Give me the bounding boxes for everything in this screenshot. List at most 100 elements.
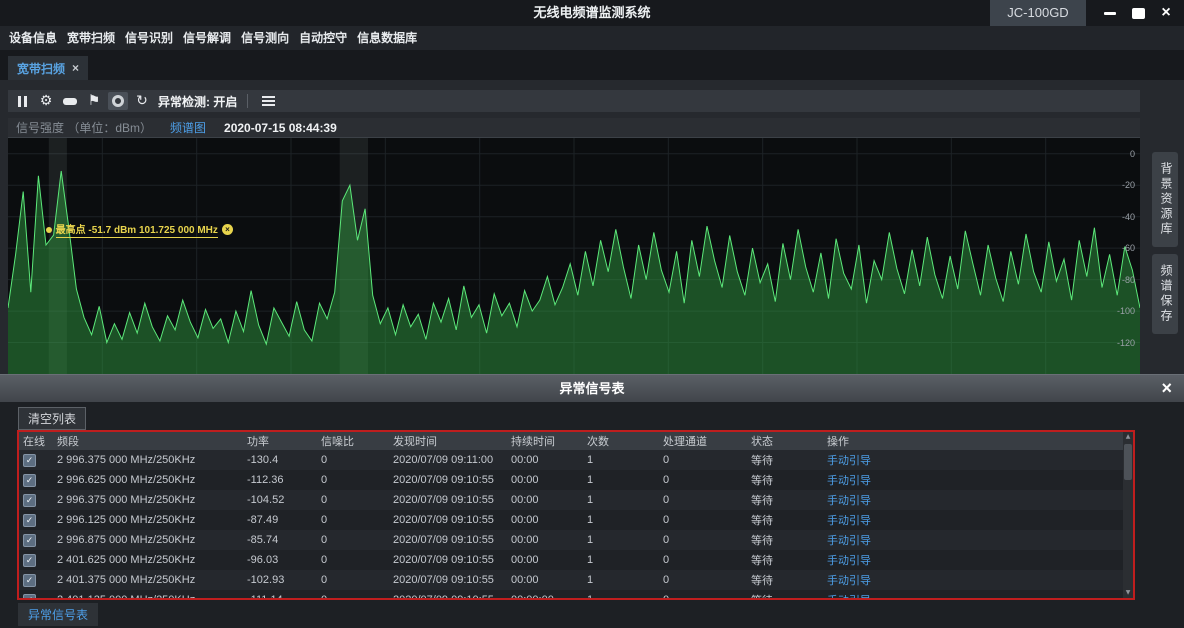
column-header: 信噪比 bbox=[317, 432, 389, 450]
column-header: 次数 bbox=[583, 432, 659, 450]
menu-item-auto-guard[interactable]: 自动控守 bbox=[294, 26, 352, 50]
menu-item-info-database[interactable]: 信息数据库 bbox=[352, 26, 422, 50]
hamburger-icon bbox=[262, 96, 275, 106]
column-header: 发现时间 bbox=[389, 432, 507, 450]
column-header: 持续时间 bbox=[507, 432, 583, 450]
side-button-spectrum-save[interactable]: 频谱保存 bbox=[1152, 254, 1178, 334]
anomaly-detection-toggle[interactable]: 异常检测: 开启 bbox=[158, 93, 237, 110]
close-button[interactable]: × bbox=[1152, 0, 1180, 26]
settings-button[interactable]: ⚙ bbox=[36, 92, 56, 110]
tab-label: 宽带扫频 bbox=[17, 60, 65, 77]
chart-header: 信号强度 （单位：dBm） 频谱图 2020-07-15 08:44:39 bbox=[8, 118, 1140, 138]
table-row[interactable]: ✓2 401.625 000 MHz/250KHz-96.0302020/07/… bbox=[19, 550, 1123, 570]
measure-button[interactable] bbox=[60, 92, 80, 110]
table-header-row: 在线频段功率信噪比发现时间持续时间次数处理通道状态操作 bbox=[19, 432, 1123, 450]
overlay-title: 异常信号表 bbox=[559, 381, 624, 396]
manual-guide-link[interactable]: 手动引导 bbox=[827, 455, 871, 467]
menubar: 设备信息 宽带扫频 信号识别 信号解调 信号测向 自动控守 信息数据库 bbox=[0, 26, 1184, 50]
chart-ylabel: 信号强度 （单位：dBm） bbox=[16, 119, 152, 136]
signal-table: 在线频段功率信噪比发现时间持续时间次数处理通道状态操作 ✓2 996.375 0… bbox=[19, 432, 1123, 600]
table-row[interactable]: ✓2 401.375 000 MHz/250KHz-102.9302020/07… bbox=[19, 570, 1123, 590]
online-checkbox[interactable]: ✓ bbox=[23, 574, 36, 587]
menu-item-device-info[interactable]: 设备信息 bbox=[4, 26, 62, 50]
manual-guide-link[interactable]: 手动引导 bbox=[827, 575, 871, 587]
record-icon bbox=[112, 95, 124, 107]
scrollbar-thumb[interactable] bbox=[1124, 444, 1132, 480]
table-row[interactable]: ✓2 401.125 000 MHz/250KHz-111.1402020/07… bbox=[19, 590, 1123, 600]
row-filler bbox=[903, 450, 1123, 470]
gear-icon: ⚙ bbox=[40, 94, 53, 108]
table-row[interactable]: ✓2 996.375 000 MHz/250KHz-104.5202020/07… bbox=[19, 490, 1123, 510]
online-checkbox[interactable]: ✓ bbox=[23, 494, 36, 507]
bottom-tab-abnormal-signal-table[interactable]: 异常信号表 bbox=[18, 603, 98, 626]
abnormal-signal-table: 在线频段功率信噪比发现时间持续时间次数处理通道状态操作 ✓2 996.375 0… bbox=[17, 430, 1135, 600]
spectrum-chart[interactable]: 最高点 -51.7 dBm 101.725 000 MHz × 0-20-40-… bbox=[8, 138, 1140, 375]
row-filler bbox=[903, 590, 1123, 600]
toolbar: ⚙ ⚑ ↻ 异常检测: 开启 bbox=[8, 90, 1140, 112]
row-filler bbox=[903, 470, 1123, 490]
annotation-close-icon[interactable]: × bbox=[222, 224, 233, 235]
column-header: 处理通道 bbox=[659, 432, 747, 450]
menu-item-signal-demodulation[interactable]: 信号解调 bbox=[178, 26, 236, 50]
spectrum-plot bbox=[8, 138, 1140, 374]
pause-icon bbox=[18, 96, 27, 107]
tab-close-icon[interactable]: × bbox=[72, 61, 79, 75]
refresh-button[interactable]: ↻ bbox=[132, 92, 152, 110]
row-filler bbox=[903, 570, 1123, 590]
peak-annotation: 最高点 -51.7 dBm 101.725 000 MHz × bbox=[46, 221, 233, 238]
menu-item-signal-recognition[interactable]: 信号识别 bbox=[120, 26, 178, 50]
column-header: 操作 bbox=[823, 432, 903, 450]
online-checkbox[interactable]: ✓ bbox=[23, 514, 36, 527]
record-button[interactable] bbox=[108, 92, 128, 110]
menu-item-broadband-scan[interactable]: 宽带扫频 bbox=[62, 26, 120, 50]
column-header-filler bbox=[903, 432, 1123, 450]
flag-button[interactable]: ⚑ bbox=[84, 92, 104, 110]
titlebar: 无线电频谱监测系统 JC-100GD × bbox=[0, 0, 1184, 26]
online-checkbox[interactable]: ✓ bbox=[23, 534, 36, 547]
column-header: 频段 bbox=[53, 432, 243, 450]
chart-type-label[interactable]: 频谱图 bbox=[170, 119, 206, 136]
menu-item-signal-direction[interactable]: 信号测向 bbox=[236, 26, 294, 50]
device-badge[interactable]: JC-100GD bbox=[990, 0, 1086, 26]
minimize-icon bbox=[1104, 12, 1116, 15]
manual-guide-link[interactable]: 手动引导 bbox=[827, 535, 871, 547]
side-button-background-library[interactable]: 背景资源库 bbox=[1152, 152, 1178, 247]
row-filler bbox=[903, 510, 1123, 530]
manual-guide-link[interactable]: 手动引导 bbox=[827, 555, 871, 567]
titlebar-controls: JC-100GD × bbox=[990, 0, 1180, 26]
manual-guide-link[interactable]: 手动引导 bbox=[827, 595, 871, 600]
maximize-button[interactable] bbox=[1124, 0, 1152, 26]
manual-guide-link[interactable]: 手动引导 bbox=[827, 495, 871, 507]
table-row[interactable]: ✓2 996.125 000 MHz/250KHz-87.4902020/07/… bbox=[19, 510, 1123, 530]
online-checkbox[interactable]: ✓ bbox=[23, 594, 36, 601]
tab-broadband-scan[interactable]: 宽带扫频 × bbox=[8, 56, 88, 80]
overlay-body: 清空列表 在线频段功率信噪比发现时间持续时间次数处理通道状态操作 ✓2 996.… bbox=[0, 402, 1184, 628]
online-checkbox[interactable]: ✓ bbox=[23, 554, 36, 567]
clear-list-button[interactable]: 清空列表 bbox=[18, 407, 86, 430]
manual-guide-link[interactable]: 手动引导 bbox=[827, 475, 871, 487]
chart-timestamp: 2020-07-15 08:44:39 bbox=[224, 121, 337, 135]
online-checkbox[interactable]: ✓ bbox=[23, 454, 36, 467]
measure-icon bbox=[63, 98, 77, 105]
peak-marker-icon bbox=[46, 227, 52, 233]
pause-button[interactable] bbox=[12, 92, 32, 110]
minimize-button[interactable] bbox=[1096, 0, 1124, 26]
toolbar-menu-button[interactable] bbox=[258, 92, 278, 110]
table-scrollbar[interactable]: ▲ ▼ bbox=[1123, 432, 1133, 598]
table-row[interactable]: ✓2 996.875 000 MHz/250KHz-85.7402020/07/… bbox=[19, 530, 1123, 550]
manual-guide-link[interactable]: 手动引导 bbox=[827, 515, 871, 527]
close-icon: × bbox=[1161, 5, 1170, 21]
overlay-titlebar: 异常信号表 × bbox=[0, 374, 1184, 402]
maximize-icon bbox=[1132, 8, 1145, 19]
column-header: 功率 bbox=[243, 432, 317, 450]
overlay-close-icon[interactable]: × bbox=[1161, 375, 1172, 403]
refresh-icon: ↻ bbox=[136, 94, 148, 108]
column-header: 状态 bbox=[747, 432, 823, 450]
scroll-up-icon[interactable]: ▲ bbox=[1123, 432, 1133, 442]
row-filler bbox=[903, 530, 1123, 550]
online-checkbox[interactable]: ✓ bbox=[23, 474, 36, 487]
table-row[interactable]: ✓2 996.375 000 MHz/250KHz-130.402020/07/… bbox=[19, 450, 1123, 470]
table-row[interactable]: ✓2 996.625 000 MHz/250KHz-112.3602020/07… bbox=[19, 470, 1123, 490]
scroll-down-icon[interactable]: ▼ bbox=[1123, 588, 1133, 598]
tabbar: 宽带扫频 × bbox=[0, 50, 1184, 80]
